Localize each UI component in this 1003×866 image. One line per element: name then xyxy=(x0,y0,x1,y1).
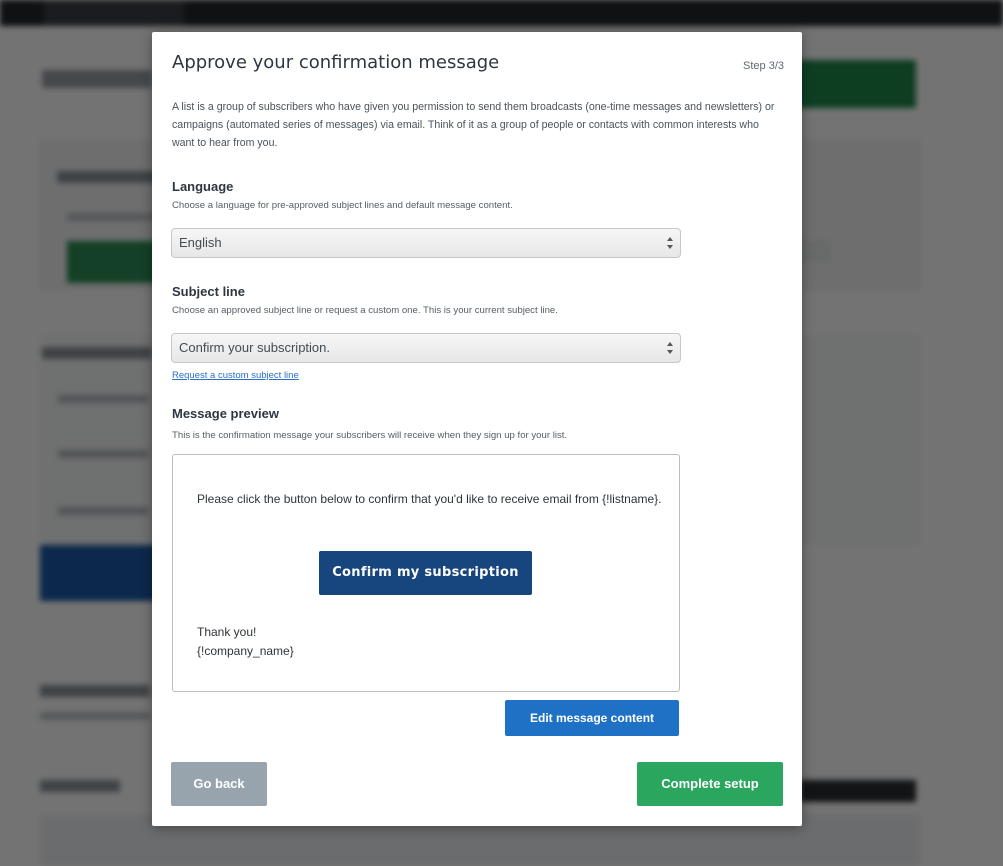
go-back-button[interactable]: Go back xyxy=(171,762,267,806)
language-title: Language xyxy=(172,179,234,194)
language-help: Choose a language for pre-approved subje… xyxy=(172,200,513,211)
subject-line-title: Subject line xyxy=(172,284,245,299)
language-select-value: English xyxy=(179,235,222,250)
intro-text: A list is a group of subscribers who hav… xyxy=(172,101,775,149)
complete-setup-button[interactable]: Complete setup xyxy=(637,762,783,806)
up-down-arrows-icon xyxy=(667,237,673,249)
request-custom-subject-link[interactable]: Request a custom subject line xyxy=(172,370,299,381)
up-down-arrows-icon xyxy=(667,342,673,354)
message-preview-help: This is the confirmation message your su… xyxy=(172,430,568,441)
confirmation-modal: Approve your confirmation message Step 3… xyxy=(152,32,802,826)
modal-title: Approve your confirmation message xyxy=(172,52,500,73)
language-select[interactable]: English xyxy=(171,228,681,258)
step-indicator: Step 3/3 xyxy=(743,60,784,72)
message-preview-box: Please click the button below to confirm… xyxy=(172,454,680,692)
confirm-subscription-button: Confirm my subscription xyxy=(319,551,532,595)
edit-message-content-button[interactable]: Edit message content xyxy=(505,700,679,736)
preview-thanks: Thank you! xyxy=(197,625,257,639)
message-preview-title: Message preview xyxy=(172,406,279,421)
subject-line-select[interactable]: Confirm your subscription. xyxy=(171,333,681,363)
subject-line-select-value: Confirm your subscription. xyxy=(179,340,330,355)
subject-line-help: Choose an approved subject line or reque… xyxy=(172,305,558,316)
preview-signature: {!company_name} xyxy=(197,644,294,658)
preview-body-text: Please click the button below to confirm… xyxy=(197,492,662,506)
preview-signoff: Thank you! {!company_name} xyxy=(197,623,294,661)
